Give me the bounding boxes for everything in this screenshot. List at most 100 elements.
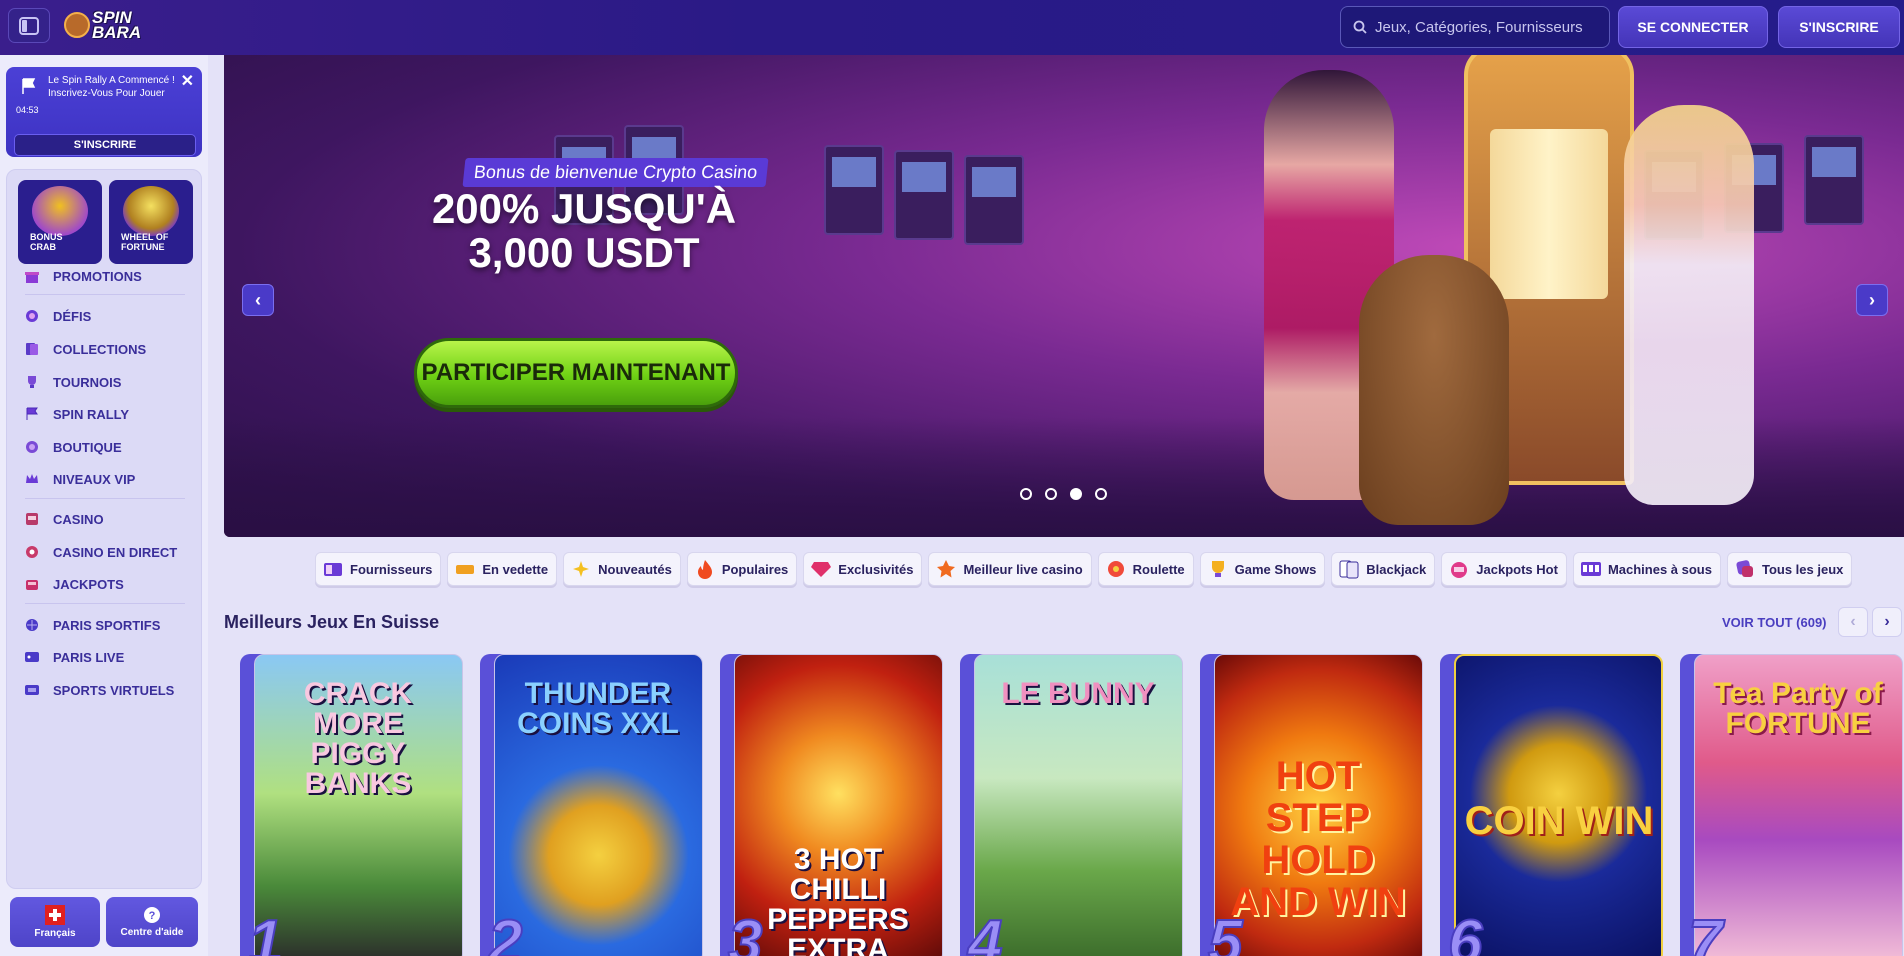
category-game-shows[interactable]: Game Shows xyxy=(1199,552,1326,586)
character-illustration xyxy=(1624,105,1754,505)
sidebar-item-label: DÉFIS xyxy=(53,308,92,324)
category-label: Blackjack xyxy=(1366,561,1427,577)
games-next-button[interactable]: › xyxy=(1872,607,1902,637)
wheel-of-fortune-tile[interactable]: WHEEL OF FORTUNE xyxy=(109,180,193,264)
games-prev-button[interactable]: ‹ xyxy=(1838,607,1868,637)
trophy-icon xyxy=(1207,558,1229,580)
participate-now-button[interactable]: PARTICIPER MAINTENANT xyxy=(414,338,738,408)
help-label: Centre d'aide xyxy=(120,927,184,938)
sidebar-item-label: BOUTIQUE xyxy=(53,439,122,455)
login-button[interactable]: SE CONNECTER xyxy=(1618,6,1768,48)
category-nouveautes[interactable]: Nouveautés xyxy=(563,552,681,586)
category-label: Meilleur live casino xyxy=(963,561,1083,577)
star-icon xyxy=(935,558,957,580)
sidebar-item-jackpots[interactable]: JACKPOTS xyxy=(23,571,124,597)
category-blackjack[interactable]: Blackjack xyxy=(1331,552,1436,586)
game-card[interactable]: THUNDER COINS XXL 2 xyxy=(480,654,703,956)
wheel-icon xyxy=(123,186,179,236)
game-card[interactable]: HOT STEP HOLD AND WIN 5 xyxy=(1200,654,1423,956)
ticket-icon xyxy=(454,558,476,580)
category-exclusivites[interactable]: Exclusivités xyxy=(803,552,923,586)
carousel-dot[interactable] xyxy=(1045,488,1057,500)
sidebar-item-tournois[interactable]: TOURNOIS xyxy=(23,369,121,395)
divider xyxy=(25,294,185,295)
category-label: Fournisseurs xyxy=(350,561,433,577)
roulette-icon xyxy=(23,543,41,561)
game-rank: 6 xyxy=(1447,907,1484,956)
category-roulette[interactable]: Roulette xyxy=(1097,552,1194,586)
category-jackpots-hot[interactable]: Jackpots Hot xyxy=(1441,552,1567,586)
carousel-dot[interactable] xyxy=(1095,488,1107,500)
rally-join-button[interactable]: S'INSCRIRE xyxy=(14,134,196,156)
category-fournisseurs[interactable]: Fournisseurs xyxy=(315,552,442,586)
sidebar-item-casino-en-direct[interactable]: CASINO EN DIRECT xyxy=(23,539,177,565)
svg-text:?: ? xyxy=(149,910,156,922)
site-logo[interactable]: SPIN BARA xyxy=(64,5,160,45)
game-title: THUNDER COINS XXL xyxy=(517,677,679,740)
sidebar-item-sports-virtuels[interactable]: SPORTS VIRTUELS xyxy=(23,677,174,703)
game-card[interactable]: 3 HOT CHILLI PEPPERS EXTRA 3 xyxy=(720,654,943,956)
bonus-crab-tile[interactable]: BONUS CRAB xyxy=(18,180,102,264)
roulette-icon xyxy=(1105,558,1127,580)
search-input[interactable] xyxy=(1375,18,1595,36)
sidebar-item-collections[interactable]: COLLECTIONS xyxy=(23,336,146,362)
see-all-link[interactable]: VOIR TOUT (609) xyxy=(1722,615,1827,630)
sidebar-item-niveaux-vip[interactable]: NIVEAUX VIP xyxy=(23,466,135,492)
carousel-dot-active[interactable] xyxy=(1070,488,1082,500)
game-card[interactable]: LE BUNNY 4 xyxy=(960,654,1183,956)
game-card[interactable]: Tea Party of FORTUNE 7 xyxy=(1680,654,1903,956)
tile-label: BONUS xyxy=(30,232,63,242)
divider xyxy=(25,603,185,604)
sidebar-item-spin-rally[interactable]: SPIN RALLY xyxy=(23,401,129,427)
flag-icon xyxy=(23,405,41,423)
sidebar-item-paris-live[interactable]: PARIS LIVE xyxy=(23,644,124,670)
game-thumbnail: LE BUNNY xyxy=(974,654,1183,956)
swiss-flag-icon xyxy=(45,905,65,925)
sidebar-item-label: SPORTS VIRTUELS xyxy=(53,682,175,698)
carousel-next-button[interactable]: › xyxy=(1856,284,1888,316)
search-box[interactable] xyxy=(1340,6,1610,48)
close-icon[interactable]: ✕ xyxy=(181,71,194,91)
category-meilleur-live-casino[interactable]: Meilleur live casino xyxy=(928,552,1092,586)
help-center-button[interactable]: ? Centre d'aide xyxy=(106,897,198,947)
hero-banner[interactable]: Bonus de bienvenue Crypto Casino 200% JU… xyxy=(224,55,1904,537)
sidebar-item-paris-sportifs[interactable]: PARIS SPORTIFS xyxy=(23,612,160,638)
sidebar-item-label: CASINO xyxy=(53,511,104,527)
game-rank: 4 xyxy=(967,907,1004,956)
divider xyxy=(25,498,185,499)
game-title: COIN WIN xyxy=(1464,799,1654,843)
gem-icon xyxy=(810,558,832,580)
game-card[interactable]: COIN WIN 6 xyxy=(1440,654,1663,956)
chevron-left-icon: ‹ xyxy=(255,289,261,310)
language-label: Français xyxy=(34,928,76,939)
category-en-vedette[interactable]: En vedette xyxy=(447,552,558,586)
search-icon xyxy=(1353,20,1367,34)
game-rank: 3 xyxy=(727,907,764,956)
category-tous-les-jeux[interactable]: Tous les jeux xyxy=(1726,552,1853,586)
language-button[interactable]: Français xyxy=(10,897,100,947)
carousel-dot[interactable] xyxy=(1020,488,1032,500)
sidebar-item-label: PARIS SPORTIFS xyxy=(53,617,161,633)
sidebar-toggle-button[interactable] xyxy=(8,8,50,43)
sidebar-item-promotions[interactable]: PROMOTIONS xyxy=(23,263,142,289)
sidebar-item-casino[interactable]: CASINO xyxy=(23,506,104,532)
carousel-prev-button[interactable]: ‹ xyxy=(242,284,274,316)
category-populaires[interactable]: Populaires xyxy=(686,552,798,586)
hero-headline-line: 200% JUSQU'À xyxy=(431,185,737,232)
live-icon xyxy=(23,648,41,666)
category-machines-a-sous[interactable]: Machines à sous xyxy=(1572,552,1721,586)
sidebar-item-defis[interactable]: DÉFIS xyxy=(23,303,91,329)
category-label: Roulette xyxy=(1132,561,1185,577)
game-title: CRACK MORE PIGGY BANKS xyxy=(303,677,413,800)
signup-button[interactable]: S'INSCRIRE xyxy=(1778,6,1900,48)
slot-icon xyxy=(23,510,41,528)
game-card[interactable]: CRACK MORE PIGGY BANKS 1 xyxy=(240,654,463,956)
chevron-right-icon: › xyxy=(1884,613,1890,630)
logo-text-bottom: BARA xyxy=(92,23,142,42)
game-thumbnail: 3 HOT CHILLI PEPPERS EXTRA xyxy=(734,654,943,956)
hero-headline: 200% JUSQU'À 3,000 USDT xyxy=(374,187,794,275)
game-thumbnail: CRACK MORE PIGGY BANKS xyxy=(254,654,463,956)
slot-icon xyxy=(1580,558,1602,580)
ball-icon xyxy=(23,616,41,634)
sidebar-item-boutique[interactable]: BOUTIQUE xyxy=(23,434,122,460)
